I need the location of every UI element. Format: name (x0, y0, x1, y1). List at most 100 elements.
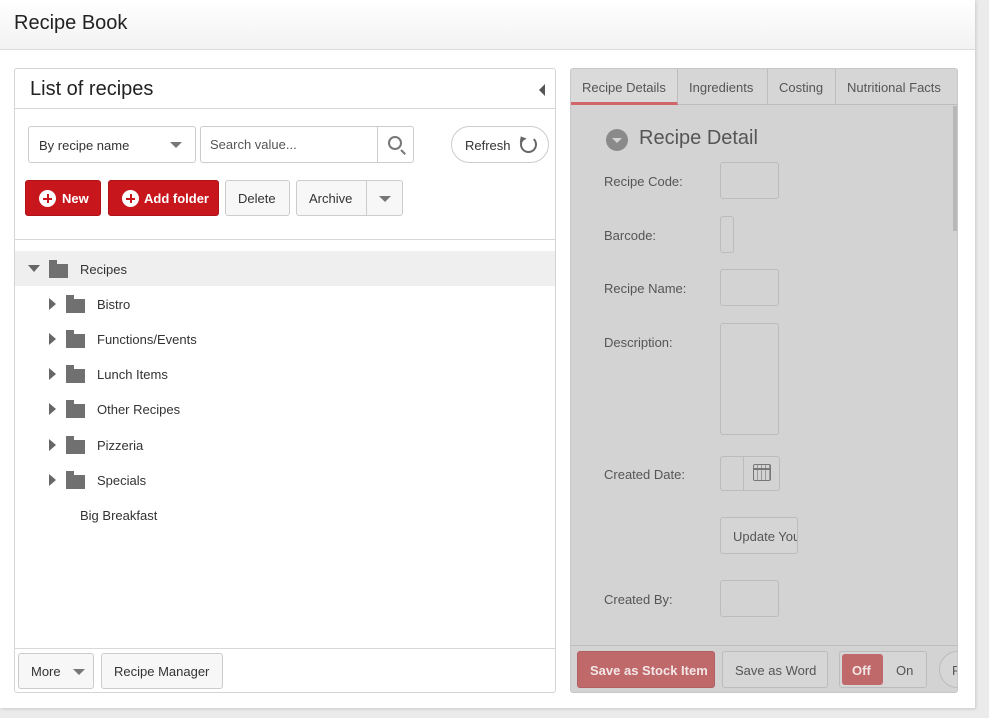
folder-icon (66, 365, 85, 383)
tree-folder-row[interactable]: Bistro (15, 286, 555, 321)
expand-tree-icon[interactable] (49, 439, 56, 451)
barcode-label: Barcode: (604, 228, 657, 243)
tab-nutritional-facts[interactable]: Nutritional Facts (836, 69, 957, 105)
folder-icon (49, 260, 68, 278)
refresh-button-label: Refresh (465, 138, 511, 153)
new-button-label: New (62, 191, 89, 206)
recipe-detail-panel: Recipe Details Ingredients Costing Nutri… (570, 68, 958, 693)
more-button-label: More (31, 664, 61, 679)
section-title: Recipe Detail (639, 127, 758, 149)
plus-circle-icon (39, 190, 56, 207)
tab-recipe-details[interactable]: Recipe Details (571, 69, 678, 105)
tree-root-label: Recipes (80, 262, 127, 277)
search-icon (388, 136, 402, 150)
top-bar: Recipe Book (0, 0, 975, 50)
update-button[interactable]: Update You (720, 517, 798, 554)
filter-select[interactable]: By recipe name (28, 126, 196, 163)
tree-item-label: Big Breakfast (80, 508, 158, 523)
tab-costing[interactable]: Costing (768, 69, 836, 105)
archive-split-button: Archive (296, 180, 403, 216)
archive-dropdown-chevron-icon[interactable] (379, 196, 391, 202)
refresh-button[interactable]: Refresh (451, 126, 549, 163)
more-button[interactable]: More (18, 653, 94, 689)
barcode-field[interactable] (720, 216, 734, 253)
tree-folder-row[interactable]: Functions/Events (15, 321, 555, 356)
expand-tree-icon[interactable] (49, 403, 56, 415)
toggle-off-option[interactable]: Off (842, 654, 883, 685)
tab-label: Nutritional Facts (847, 80, 941, 95)
tree-folder-row[interactable]: Lunch Items (15, 356, 555, 391)
tree-folder-label: Bistro (97, 297, 131, 312)
search-button[interactable] (377, 127, 413, 162)
detail-scrollbar[interactable] (953, 106, 957, 231)
save-as-word-button[interactable]: Save as Word (722, 651, 828, 688)
tree-folder-row[interactable]: Pizzeria (15, 427, 555, 462)
archive-button[interactable]: Archive (309, 191, 352, 206)
created-by-label: Created By: (604, 592, 673, 607)
expand-tree-icon[interactable] (49, 474, 56, 486)
tree-folder-label: Pizzeria (97, 438, 144, 453)
list-panel-title: List of recipes (30, 78, 154, 100)
add-folder-button-label: Add folder (144, 191, 209, 206)
description-label: Description: (604, 335, 673, 350)
toggle-off-label: Off (852, 663, 871, 678)
tab-label: Costing (779, 80, 824, 95)
app-title: Recipe Book (14, 12, 128, 34)
delete-button[interactable]: Delete (225, 180, 290, 216)
expand-tree-icon[interactable] (49, 333, 56, 345)
created-by-field[interactable] (720, 580, 779, 617)
tree-folder-row[interactable]: Other Recipes (15, 391, 555, 426)
recipe-code-label: Recipe Code: (604, 174, 683, 189)
save-word-label: Save as Word (735, 663, 817, 678)
tree-folder-label: Functions/Events (97, 332, 197, 347)
app-window: Recipe Book List of recipes By recipe na… (0, 0, 975, 708)
tree-folder-label: Lunch Items (97, 367, 168, 382)
folder-icon (66, 471, 85, 489)
detail-tabs: Recipe Details Ingredients Costing Nutri… (571, 69, 957, 105)
tab-ingredients[interactable]: Ingredients (678, 69, 768, 105)
tree-item-row[interactable]: Big Breakfast (15, 497, 555, 532)
created-date-label: Created Date: (604, 467, 685, 482)
expand-tree-icon[interactable] (49, 298, 56, 310)
detail-panel-footer: Save as Stock Item Save as Word Off On F (571, 645, 957, 692)
collapse-section-icon[interactable] (606, 129, 628, 151)
collapse-tree-icon[interactable] (28, 265, 40, 272)
toolbar-divider (15, 239, 555, 240)
created-date-field[interactable] (720, 456, 780, 491)
folder-icon (66, 436, 85, 454)
partial-round-button[interactable]: F (939, 651, 957, 688)
folder-icon (66, 330, 85, 348)
recipe-manager-button[interactable]: Recipe Manager (101, 653, 223, 689)
save-stock-label: Save as Stock Item (590, 663, 708, 678)
collapse-panel-icon[interactable] (539, 84, 545, 96)
toggle-on-option[interactable]: On (896, 663, 913, 678)
expand-tree-icon[interactable] (49, 368, 56, 380)
search-input[interactable] (201, 127, 378, 162)
chevron-down-icon (73, 669, 85, 675)
tree-root-row[interactable]: Recipes (15, 251, 555, 286)
split-divider (366, 181, 367, 215)
recipe-code-field[interactable] (720, 162, 779, 199)
list-panel-header: List of recipes (15, 69, 555, 109)
save-as-stock-item-button[interactable]: Save as Stock Item (577, 651, 715, 688)
folder-icon (66, 400, 85, 418)
tree-folder-row[interactable]: Specials (15, 462, 555, 497)
on-off-toggle[interactable]: Off On (839, 651, 927, 688)
refresh-icon (520, 136, 537, 153)
tree-folder-label: Specials (97, 473, 147, 488)
description-field[interactable] (720, 323, 779, 435)
recipe-name-field[interactable] (720, 269, 779, 306)
folder-icon (66, 295, 85, 313)
list-panel-footer: More Recipe Manager (15, 648, 555, 692)
update-button-label: Update You (733, 529, 798, 544)
add-folder-button[interactable]: Add folder (108, 180, 219, 216)
chevron-down-icon (170, 142, 182, 148)
tab-label: Ingredients (689, 80, 754, 95)
new-button[interactable]: New (25, 180, 101, 216)
recipe-name-label: Recipe Name: (604, 281, 687, 296)
plus-circle-icon (122, 190, 139, 207)
filter-select-value: By recipe name (39, 138, 130, 153)
tab-label: Recipe Details (582, 80, 666, 95)
calendar-icon[interactable] (753, 464, 771, 481)
date-divider (743, 457, 744, 490)
